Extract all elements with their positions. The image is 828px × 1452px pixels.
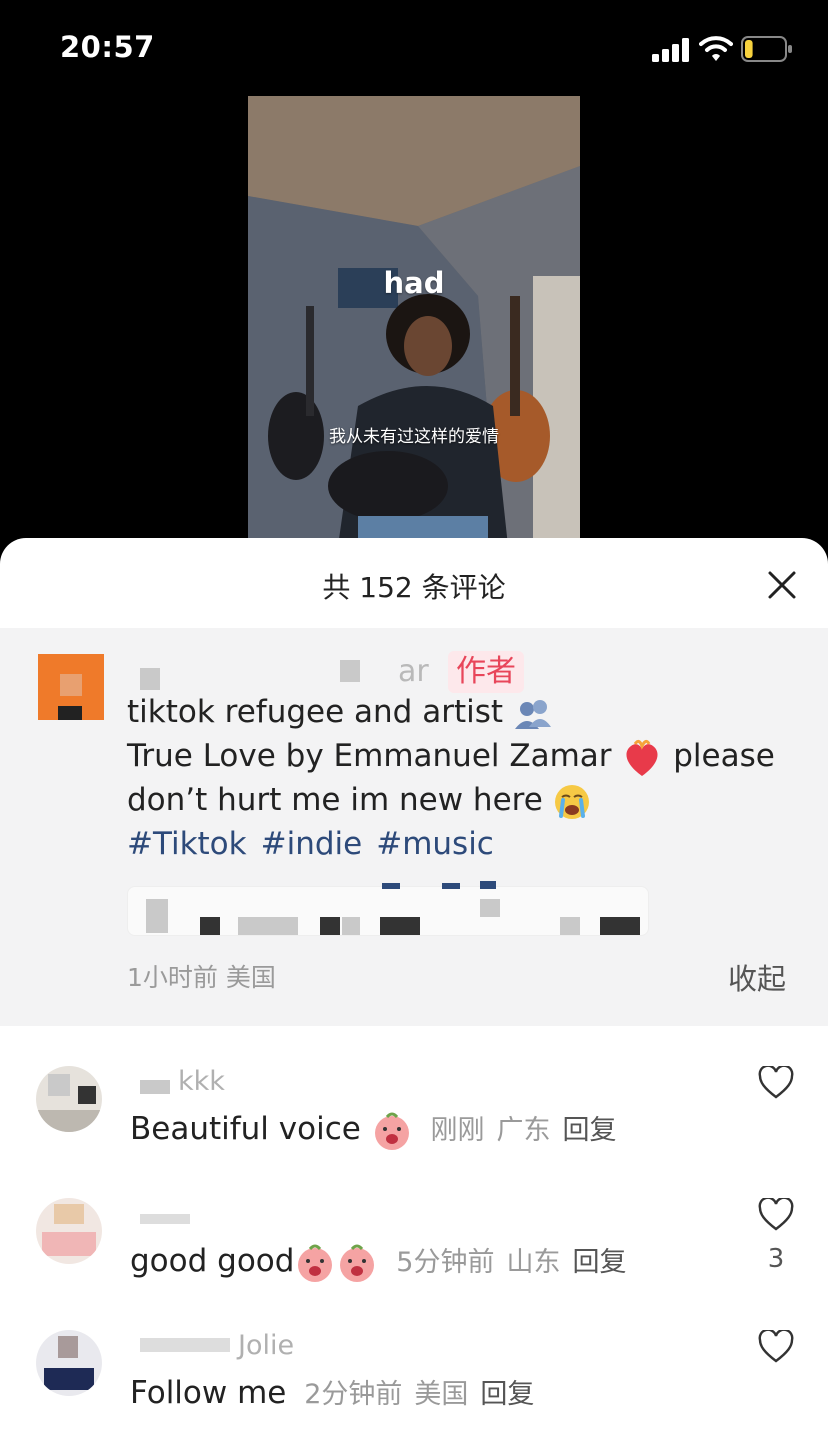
comment-username[interactable]: kkk bbox=[178, 1066, 225, 1097]
comment-region: 山东 bbox=[506, 1247, 561, 1278]
video-frame bbox=[248, 96, 580, 546]
comment-meta: 5分钟前 山东 回复 bbox=[396, 1247, 638, 1278]
comment-text: Follow me bbox=[130, 1375, 287, 1411]
peach-sticker-icon bbox=[374, 1112, 409, 1150]
comment-time: 2分钟前 bbox=[304, 1379, 403, 1410]
hashtag-tiktok[interactable]: #Tiktok bbox=[127, 826, 247, 862]
hashtag-music[interactable]: #music bbox=[376, 826, 494, 862]
comment-text: good good bbox=[130, 1243, 295, 1279]
comment-region: 美国 bbox=[414, 1379, 469, 1410]
comment-text-row: Follow me 2分钟前 美国 回复 bbox=[130, 1372, 546, 1411]
heart-on-fire-icon bbox=[626, 739, 658, 776]
author-badge: 作者 bbox=[448, 651, 524, 693]
redacted-username bbox=[340, 660, 360, 682]
redacted-reference-card[interactable] bbox=[127, 881, 649, 936]
avatar[interactable] bbox=[36, 1330, 102, 1396]
caption-line-2b: please bbox=[673, 738, 775, 774]
battery-icon bbox=[741, 36, 792, 62]
avatar[interactable] bbox=[36, 1066, 102, 1132]
comment-text-row: good good 5分钟前 山东 回复 bbox=[130, 1240, 638, 1283]
close-icon[interactable] bbox=[765, 568, 799, 602]
peach-sticker-icon bbox=[340, 1244, 375, 1282]
heart-icon[interactable] bbox=[758, 1330, 794, 1364]
redacted-username bbox=[140, 668, 160, 690]
comment-username[interactable]: Jolie bbox=[238, 1330, 294, 1361]
lyric-english: had bbox=[383, 266, 445, 300]
comments-count-title: 共 152 条评论 bbox=[322, 571, 506, 604]
caption-line-2: True Love by Emmanuel Zamar bbox=[127, 738, 612, 774]
comment-time: 1小时前 bbox=[127, 963, 218, 992]
video-player[interactable]: had 我从未有过这样的爱情 bbox=[248, 96, 580, 546]
heart-icon[interactable] bbox=[758, 1066, 794, 1100]
heart-icon[interactable] bbox=[758, 1198, 794, 1232]
avatar[interactable] bbox=[36, 1198, 102, 1264]
wifi-icon bbox=[699, 36, 733, 61]
comment-item[interactable]: kkk Beautiful voice 刚刚 广东 回复 bbox=[0, 1066, 828, 1196]
author-comment-text: tiktok refugee and artist True Love by E… bbox=[127, 690, 787, 866]
avatar[interactable] bbox=[38, 654, 104, 720]
reply-button[interactable]: 回复 bbox=[572, 1247, 626, 1278]
caption-line-3: don’t hurt me im new here bbox=[127, 782, 543, 818]
author-comment[interactable]: ar 作者 tiktok refugee and artist True Lov… bbox=[0, 628, 828, 1026]
caption-line-1: tiktok refugee and artist bbox=[127, 694, 504, 730]
hashtag-list: #Tiktok #indie #music bbox=[127, 822, 787, 866]
comment-time: 5分钟前 bbox=[396, 1247, 495, 1278]
comment-text-row: Beautiful voice 刚刚 广东 回复 bbox=[130, 1108, 629, 1151]
comment-meta: 刚刚 广东 回复 bbox=[431, 1115, 629, 1146]
comment-item[interactable]: good good 5分钟前 山东 回复 3 bbox=[0, 1198, 828, 1328]
comment-meta: 2分钟前 美国 回复 bbox=[304, 1379, 546, 1410]
peach-sticker-icon bbox=[298, 1244, 333, 1282]
author-username[interactable]: ar bbox=[398, 654, 429, 689]
busts-in-silhouette-icon bbox=[514, 699, 551, 729]
comment-time: 刚刚 bbox=[430, 1115, 485, 1146]
reply-button[interactable]: 回复 bbox=[563, 1115, 617, 1146]
hashtag-indie[interactable]: #indie bbox=[261, 826, 363, 862]
lyric-chinese: 我从未有过这样的爱情 bbox=[329, 427, 499, 447]
cellular-signal-icon bbox=[652, 38, 689, 62]
comment-region: 广东 bbox=[496, 1115, 551, 1146]
collapse-button[interactable]: 收起 bbox=[728, 956, 786, 998]
author-comment-meta: 1小时前 美国 bbox=[127, 958, 276, 994]
crying-face-icon bbox=[554, 784, 589, 819]
comment-text: Beautiful voice bbox=[130, 1111, 361, 1147]
comment-region: 美国 bbox=[225, 963, 276, 992]
comments-sheet: 共 152 条评论 ar 作者 tiktok refugee and artis… bbox=[0, 538, 828, 1452]
status-bar: 20:57 bbox=[0, 0, 828, 96]
reply-button[interactable]: 回复 bbox=[480, 1379, 534, 1410]
comment-item[interactable]: Jolie Follow me 2分钟前 美国 回复 bbox=[0, 1330, 828, 1452]
like-count: 3 bbox=[767, 1244, 785, 1274]
status-time: 20:57 bbox=[60, 30, 155, 64]
